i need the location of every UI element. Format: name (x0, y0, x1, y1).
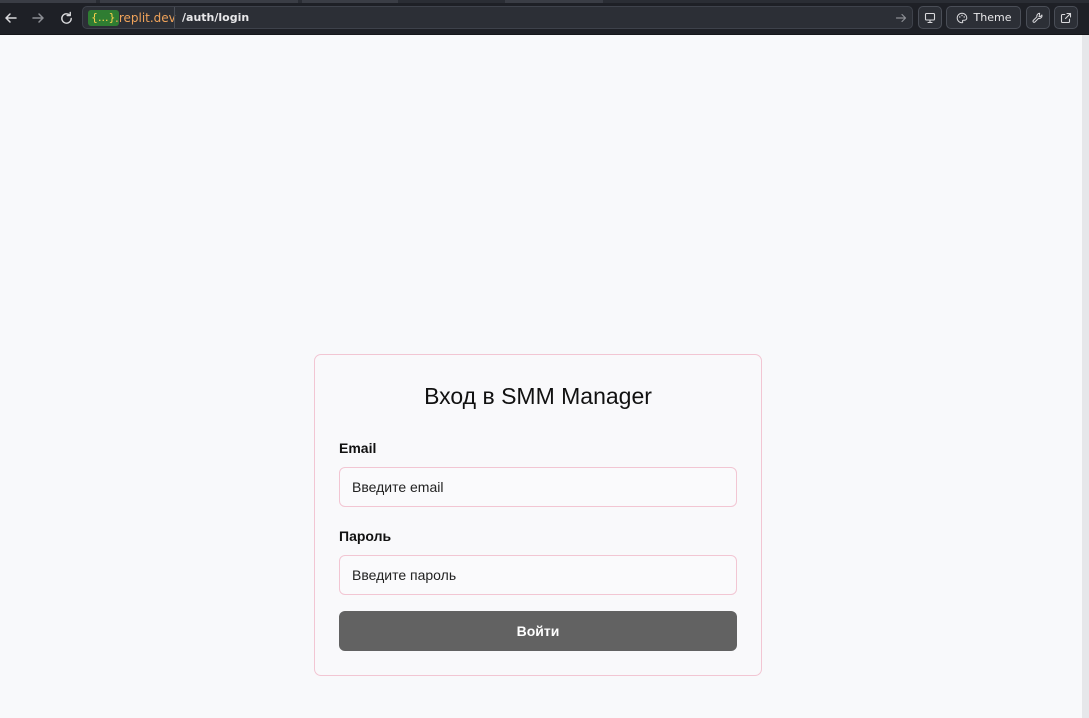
tab-strip (0, 0, 1089, 3)
login-card: Вход в SMM Manager Email Пароль Войти (314, 354, 762, 676)
devtools-button[interactable] (1026, 6, 1050, 29)
forward-arrow-icon (32, 13, 44, 23)
device-preview-button[interactable] (918, 6, 942, 29)
tab[interactable] (505, 0, 603, 3)
tab[interactable] (302, 0, 398, 3)
login-button[interactable]: Войти (339, 611, 737, 651)
page-scrollbar[interactable] (1082, 35, 1089, 718)
theme-button[interactable]: Theme (946, 6, 1021, 29)
palette-icon (956, 12, 967, 23)
theme-label: Theme (973, 11, 1012, 24)
monitor-icon (924, 12, 936, 23)
tab[interactable] (100, 0, 298, 3)
password-label: Пароль (339, 528, 392, 544)
url-domain: .replit.dev (115, 11, 176, 25)
email-field[interactable] (339, 467, 737, 507)
external-link-icon (1060, 12, 1072, 23)
email-label: Email (339, 440, 377, 456)
reload-icon (60, 11, 72, 24)
address-bar[interactable]: {...} .replit.dev /auth/login (82, 6, 913, 29)
back-button[interactable] (2, 9, 20, 27)
page-title: Вход в SMM Manager (424, 383, 652, 409)
go-arrow-icon[interactable] (895, 12, 907, 24)
forward-button[interactable] (29, 9, 47, 27)
password-field[interactable] (339, 555, 737, 595)
reload-button[interactable] (57, 9, 75, 27)
tab[interactable] (0, 0, 96, 3)
url-badge: {...} (88, 10, 119, 26)
url-path[interactable]: /auth/login (182, 10, 249, 26)
browser-toolbar: {...} .replit.dev /auth/login Theme (0, 0, 1089, 35)
url-divider (174, 7, 175, 28)
wrench-icon (1032, 12, 1043, 23)
open-new-tab-button[interactable] (1054, 6, 1078, 29)
back-arrow-icon (5, 13, 17, 23)
